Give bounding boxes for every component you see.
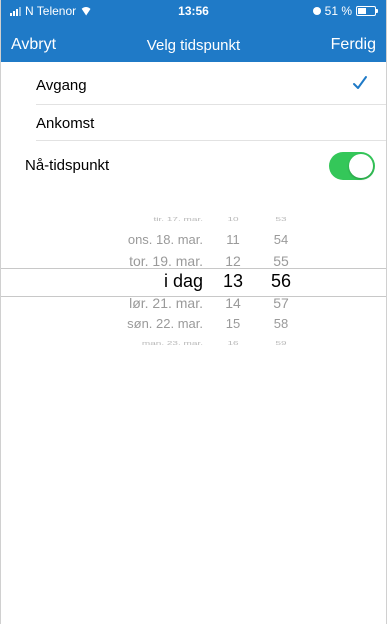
- day-item[interactable]: tor. 19. mar.: [129, 253, 203, 269]
- hour-item[interactable]: 10: [213, 216, 253, 222]
- minute-item[interactable]: 56: [261, 271, 301, 292]
- hour-item[interactable]: 12: [213, 253, 253, 269]
- minute-item[interactable]: 53: [261, 216, 301, 222]
- battery-percent: 51 %: [324, 4, 352, 18]
- day-item[interactable]: tir. 17. mar.: [154, 216, 203, 222]
- status-bar: N Telenor 13:56 51 %: [1, 0, 386, 22]
- navigation-bar: Avbryt Velg tidspunkt Ferdig: [1, 32, 386, 58]
- day-item[interactable]: man. 23. mar.: [142, 340, 203, 346]
- minute-item[interactable]: 55: [261, 253, 301, 269]
- option-label: Avgang: [36, 77, 87, 94]
- hour-item[interactable]: 16: [213, 340, 253, 346]
- toggle-knob: [349, 154, 373, 178]
- divider: [36, 140, 386, 141]
- now-toggle-label: Nå-tidspunkt: [25, 157, 110, 174]
- hour-item[interactable]: 11: [213, 232, 253, 247]
- page-title: Velg tidspunkt: [146, 37, 241, 54]
- option-arrival[interactable]: Ankomst: [1, 104, 386, 142]
- hour-item[interactable]: 13: [213, 271, 253, 292]
- option-label: Ankomst: [36, 115, 95, 132]
- battery-group: 51 %: [312, 4, 378, 18]
- minute-item[interactable]: 57: [261, 295, 301, 311]
- do-not-disturb-icon: [312, 7, 321, 15]
- done-button[interactable]: Ferdig: [331, 36, 376, 54]
- checkmark-icon: [353, 76, 367, 89]
- hour-item[interactable]: 14: [213, 295, 253, 311]
- minute-item[interactable]: 58: [261, 316, 301, 331]
- date-time-picker[interactable]: tir. 17. mar. ons. 18. mar. tor. 19. mar. i…: [1, 200, 386, 358]
- day-item[interactable]: søn. 22. mar.: [127, 316, 203, 331]
- now-toggle-switch[interactable]: [329, 152, 375, 180]
- option-departure[interactable]: Avgang: [1, 66, 386, 104]
- day-item[interactable]: lør. 21. mar.: [129, 295, 203, 311]
- day-item[interactable]: ons. 18. mar.: [128, 232, 203, 247]
- battery-icon: [356, 6, 378, 16]
- hour-item[interactable]: 15: [213, 316, 253, 331]
- day-item[interactable]: i dag: [164, 271, 203, 292]
- minute-item[interactable]: 54: [261, 232, 301, 247]
- minute-item[interactable]: 59: [261, 340, 301, 346]
- header-bar: N Telenor 13:56 51 % Avbryt Velg tidspun…: [1, 0, 386, 62]
